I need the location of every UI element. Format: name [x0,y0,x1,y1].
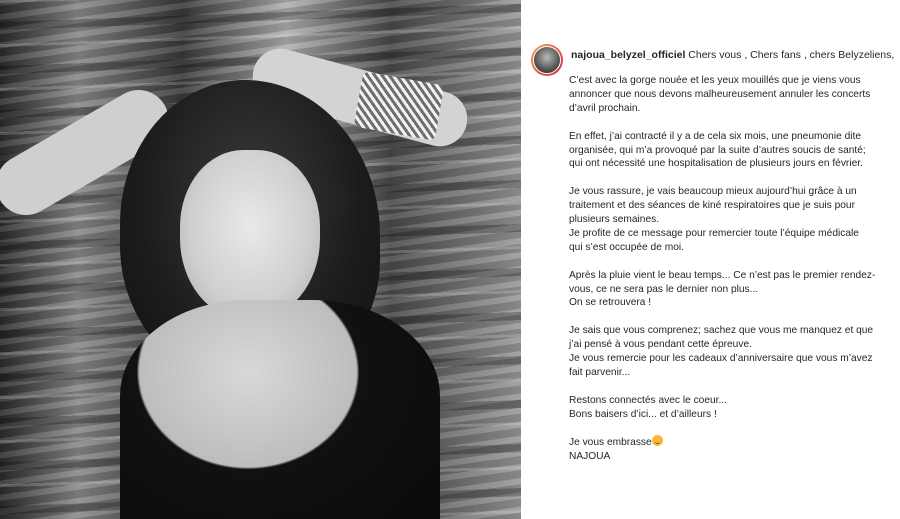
caption-line: vous, ce ne sera pas le dernier non plus… [569,283,759,295]
post-caption-panel: najoua_belyzel_officiel Chers vous , Che… [521,0,900,519]
caption-body: C’est avec la gorge nouée et les yeux mo… [569,74,887,478]
photo-face [180,150,320,320]
caption-greeting: Chers vous , Chers fans , chers Belyzeli… [685,49,895,61]
caption-line: Je sais que vous comprenez; sachez que v… [569,325,874,337]
caption-line: j’ai pensé à vous pendant cette épreuve. [569,339,752,351]
caption-line: qui s’est occupée de moi. [569,241,684,253]
caption-line: Je profite de ce message pour remercier … [569,227,859,239]
caption-line: qui ont nécessité une hospitalisation de… [569,158,863,170]
caption-line: Bons baisers d’ici... et d’ailleurs ! [569,408,717,420]
closing-line: Je vous embrasse [569,435,887,450]
caption-line: Après la pluie vient le beau temps... Ce… [569,269,876,281]
caption-line: On se retrouvera ! [569,297,652,309]
closing-text: Je vous embrasse [569,437,652,449]
caption-paragraph: Après la pluie vient le beau temps... Ce… [569,269,887,311]
caption-line: Je vous remercie pour les cadeaux d’anni… [569,353,873,365]
photo-body [120,300,440,519]
signature: NAJOUA [569,451,611,463]
caption-paragraph: En effet, j’ai contracté il y a de cela … [569,130,887,172]
caption-closing: Je vous embrasse NAJOUA [569,435,887,464]
caption-paragraph: Je vous rassure, je vais beaucoup mieux … [569,185,887,255]
caption-line: fait parvenir... [569,366,631,378]
smiling-face-emoji-icon [651,435,663,447]
caption-line: organisée, qui m’a provoqué par la suite… [569,144,866,156]
avatar-image [533,46,561,74]
username-link[interactable]: najoua_belyzel_officiel [571,49,685,61]
caption-first-line: najoua_belyzel_officiel Chers vous , Che… [571,49,900,62]
caption-paragraph: Restons connectés avec le coeur... Bons … [569,394,887,422]
caption-line: traitement et des séances de kiné respir… [569,200,855,212]
caption-line: C’est avec la gorge nouée et les yeux mo… [569,75,861,86]
caption-line: d’avril prochain. [569,102,641,114]
avatar[interactable] [531,44,563,76]
caption-line: Je vous rassure, je vais beaucoup mieux … [569,186,857,198]
caption-line: plusieurs semaines. [569,214,660,226]
caption-line: En effet, j’ai contracté il y a de cela … [569,130,862,142]
caption-paragraph: C’est avec la gorge nouée et les yeux mo… [569,74,887,116]
caption-paragraph: Je sais que vous comprenez; sachez que v… [569,324,887,380]
caption-line: Restons connectés avec le coeur... [569,394,727,406]
caption-line: annoncer que nous devons malheureusement… [569,88,871,100]
post-photo[interactable] [0,0,521,519]
